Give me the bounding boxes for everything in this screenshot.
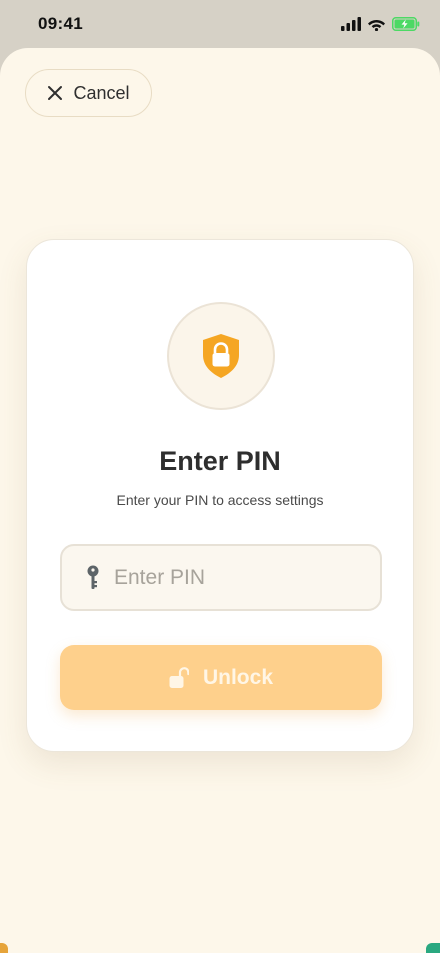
pin-field[interactable] xyxy=(60,544,382,611)
pin-card: Enter PIN Enter your PIN to access setti… xyxy=(26,239,414,752)
page-title: Enter PIN xyxy=(159,446,281,476)
pin-input[interactable] xyxy=(114,565,344,590)
bottom-accent-right xyxy=(426,943,440,953)
key-icon xyxy=(87,565,99,589)
status-icons xyxy=(341,17,420,31)
page-subtitle: Enter your PIN to access settings xyxy=(116,492,324,508)
status-bar: 09:41 xyxy=(0,0,440,48)
unlock-button[interactable]: Unlock xyxy=(60,645,382,710)
cellular-signal-icon xyxy=(341,17,361,31)
wifi-icon xyxy=(368,20,385,31)
status-time: 09:41 xyxy=(38,14,83,33)
unlock-icon xyxy=(169,666,189,688)
shield-lock-icon xyxy=(203,334,239,378)
bottom-accent-left xyxy=(0,943,8,953)
unlock-label: Unlock xyxy=(202,665,273,689)
pin-sheet: Cancel Enter PIN Enter your PIN to acces… xyxy=(0,48,440,953)
shield-badge xyxy=(167,302,275,410)
cancel-label: Cancel xyxy=(73,82,130,103)
close-icon xyxy=(48,86,63,100)
cancel-button[interactable]: Cancel xyxy=(25,69,152,117)
battery-charging-icon xyxy=(392,17,420,31)
